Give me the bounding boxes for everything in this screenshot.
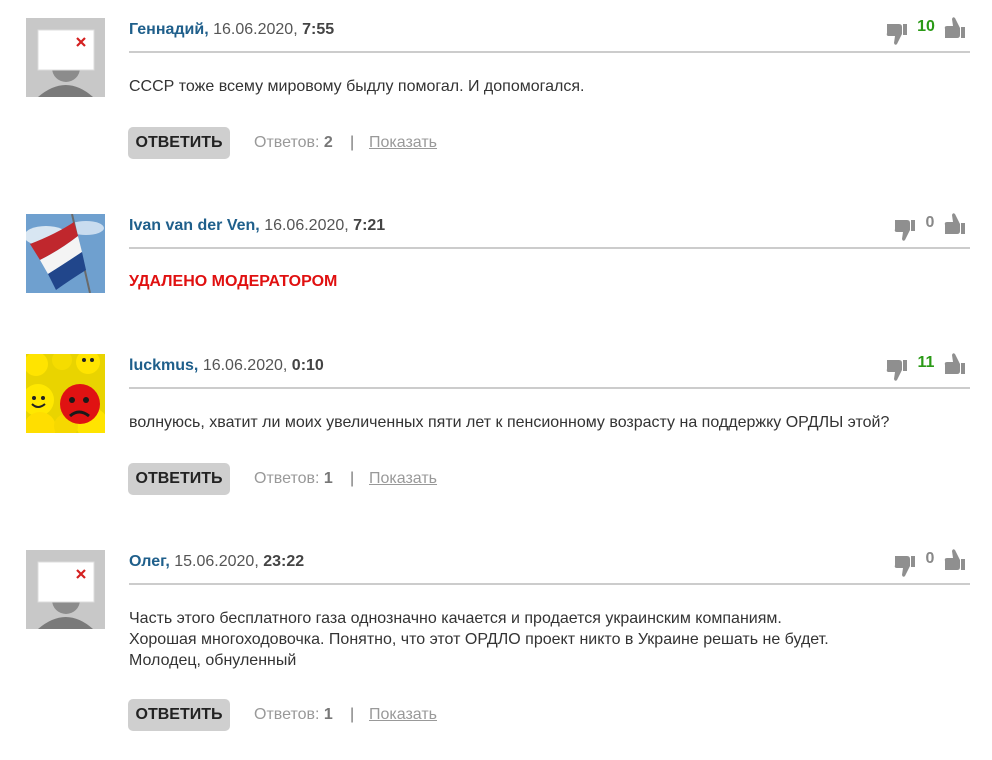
- answers-count: Ответов: 2: [254, 134, 333, 152]
- comment-time: 7:55: [302, 21, 335, 38]
- reply-button[interactable]: ОТВЕТИТЬ: [128, 463, 230, 495]
- thumbs-up-icon[interactable]: [944, 548, 966, 572]
- comment-text: Часть этого бесплатного газа однозначно …: [129, 608, 829, 671]
- thumbs-down-icon[interactable]: [894, 554, 916, 578]
- comment-meta: Ivan van der Ven, 16.06.2020, 7:21: [129, 217, 385, 235]
- thumbs-down-icon[interactable]: [886, 22, 908, 46]
- comment-time: 7:21: [353, 217, 386, 234]
- vote-count: 10: [917, 18, 935, 35]
- comment-header: luckmus, 16.06.2020, 0:10 11: [129, 352, 970, 389]
- thumbs-up-icon[interactable]: [944, 352, 966, 376]
- show-replies-link[interactable]: Показать: [369, 134, 437, 152]
- separator: |: [350, 470, 355, 487]
- reply-button[interactable]: ОТВЕТИТЬ: [128, 699, 230, 731]
- comment-text-line: Молодец, обнуленный: [129, 652, 297, 669]
- comment-item: Геннадий, 16.06.2020, 7:55 10 СССР тоже …: [0, 16, 992, 168]
- comment-header: Ivan van der Ven, 16.06.2020, 7:21 0: [129, 212, 970, 249]
- author-name[interactable]: Геннадий,: [129, 21, 209, 38]
- answers-number: 2: [323, 134, 333, 151]
- show-replies-link[interactable]: Показать: [369, 706, 437, 724]
- vote-box: 0: [894, 548, 966, 578]
- netherlands-flag-image: [26, 214, 105, 293]
- comment-text-line: Хорошая многоходовочка. Понятно, что это…: [129, 631, 829, 648]
- comment-text-line: Часть этого бесплатного газа однозначно …: [129, 610, 782, 627]
- placeholder-person-image: [26, 18, 105, 97]
- comment-item: Ivan van der Ven, 16.06.2020, 7:21 0 УДА…: [0, 212, 992, 304]
- answers-count: Ответов: 1: [254, 470, 333, 488]
- placeholder-person-image: [26, 550, 105, 629]
- comment-item: luckmus, 16.06.2020, 0:10 11 волнуюсь, х…: [0, 352, 992, 504]
- comment-date: 16.06.2020,: [213, 21, 298, 38]
- vote-box: 11: [886, 352, 966, 382]
- answers-label: Ответов:: [254, 134, 320, 151]
- comment-date: 15.06.2020,: [174, 553, 259, 570]
- answers-label: Ответов:: [254, 706, 320, 723]
- answers-number: 1: [323, 470, 333, 487]
- answers-count: Ответов: 1: [254, 706, 333, 724]
- comment-header: Олег, 15.06.2020, 23:22 0: [129, 548, 970, 585]
- separator: |: [350, 706, 355, 723]
- comment-item: Олег, 15.06.2020, 23:22 0 Часть этого бе…: [0, 548, 992, 750]
- answers-label: Ответов:: [254, 470, 320, 487]
- author-name[interactable]: Олег,: [129, 553, 170, 570]
- comment-meta: Геннадий, 16.06.2020, 7:55: [129, 21, 334, 39]
- comment-header: Геннадий, 16.06.2020, 7:55 10: [129, 16, 970, 53]
- comment-text: волнуюсь, хватит ли моих увеличенных пят…: [129, 414, 890, 431]
- thumbs-down-icon[interactable]: [894, 218, 916, 242]
- thumbs-up-icon[interactable]: [944, 16, 966, 40]
- avatar[interactable]: [26, 214, 105, 293]
- avatar[interactable]: [26, 354, 105, 433]
- vote-box: 10: [886, 16, 966, 46]
- answers-number: 1: [323, 706, 333, 723]
- separator: |: [350, 134, 355, 151]
- author-name[interactable]: Ivan van der Ven,: [129, 217, 260, 234]
- avatar[interactable]: [26, 18, 105, 97]
- smileys-image: [26, 354, 105, 433]
- thumbs-up-icon[interactable]: [944, 212, 966, 236]
- reply-button[interactable]: ОТВЕТИТЬ: [128, 127, 230, 159]
- author-name[interactable]: luckmus,: [129, 357, 198, 374]
- comment-meta: Олег, 15.06.2020, 23:22: [129, 553, 304, 571]
- comment-text: СССР тоже всему мировому быдлу помогал. …: [129, 78, 585, 95]
- thumbs-down-icon[interactable]: [886, 358, 908, 382]
- comment-meta: luckmus, 16.06.2020, 0:10: [129, 357, 324, 375]
- avatar[interactable]: [26, 550, 105, 629]
- vote-count: 11: [917, 354, 935, 371]
- show-replies-link[interactable]: Показать: [369, 470, 437, 488]
- deleted-notice: УДАЛЕНО МОДЕРАТОРОМ: [129, 273, 338, 290]
- comment-date: 16.06.2020,: [202, 357, 288, 374]
- comment-time: 0:10: [291, 357, 324, 374]
- vote-count: 0: [925, 550, 935, 567]
- vote-count: 0: [925, 214, 935, 231]
- vote-box: 0: [894, 212, 966, 242]
- comment-date: 16.06.2020,: [264, 217, 349, 234]
- comment-time: 23:22: [263, 553, 305, 570]
